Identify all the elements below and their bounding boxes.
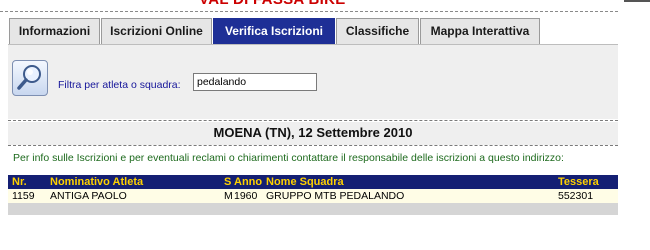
event-header: MOENA (TN), 12 Settembre 2010 — [8, 122, 618, 145]
col-header-sex[interactable]: S — [224, 175, 234, 189]
cell-sex: M — [224, 189, 234, 203]
col-header-name[interactable]: Nominativo Atleta — [50, 175, 224, 189]
spacer-cell — [8, 203, 618, 215]
table-header-row: Nr. Nominativo Atleta S Anno Nome Squadr… — [8, 175, 618, 189]
tab-verifica-iscrizioni[interactable]: Verifica Iscrizioni — [213, 18, 335, 44]
cell-card: 552301 — [558, 189, 618, 203]
filter-input[interactable] — [193, 73, 317, 91]
tab-iscrizioni-online[interactable]: Iscrizioni Online — [101, 18, 212, 44]
cell-team: GRUPPO MTB PEDALANDO — [266, 189, 558, 203]
col-header-year[interactable]: Anno — [234, 175, 266, 189]
divider — [8, 145, 618, 146]
results-table: Nr. Nominativo Atleta S Anno Nome Squadr… — [8, 175, 618, 215]
cell-year: 1960 — [234, 189, 266, 203]
divider — [8, 120, 618, 121]
cell-name: ANTIGA PAOLO — [50, 189, 224, 203]
table-spacer-row — [8, 203, 618, 215]
col-header-nr[interactable]: Nr. — [8, 175, 50, 189]
filter-label: Filtra per atleta o squadra: — [58, 79, 181, 91]
col-header-team[interactable]: Nome Squadra — [266, 175, 558, 189]
col-header-card[interactable]: Tessera — [558, 175, 618, 189]
tab-informazioni[interactable]: Informazioni — [9, 18, 100, 44]
banner-title: VAL DI FASSA BIKE — [199, 0, 346, 8]
info-text: Per info sulle Iscrizioni e per eventual… — [13, 152, 564, 164]
tab-classifiche[interactable]: Classifiche — [336, 18, 419, 44]
search-magnifier-icon[interactable] — [12, 60, 48, 96]
site-banner: VAL DI FASSA BIKE — [0, 0, 618, 12]
filter-panel: Filtra per atleta o squadra: — [8, 44, 618, 119]
event-title: MOENA (TN), 12 Settembre 2010 — [213, 125, 413, 140]
divider — [624, 0, 650, 2]
table-row[interactable]: 1159 ANTIGA PAOLO M 1960 GRUPPO MTB PEDA… — [8, 189, 618, 203]
tab-bar: Informazioni Iscrizioni Online Verifica … — [0, 14, 618, 44]
cell-nr: 1159 — [8, 189, 50, 203]
tab-mappa-interattiva[interactable]: Mappa Interattiva — [420, 18, 540, 44]
